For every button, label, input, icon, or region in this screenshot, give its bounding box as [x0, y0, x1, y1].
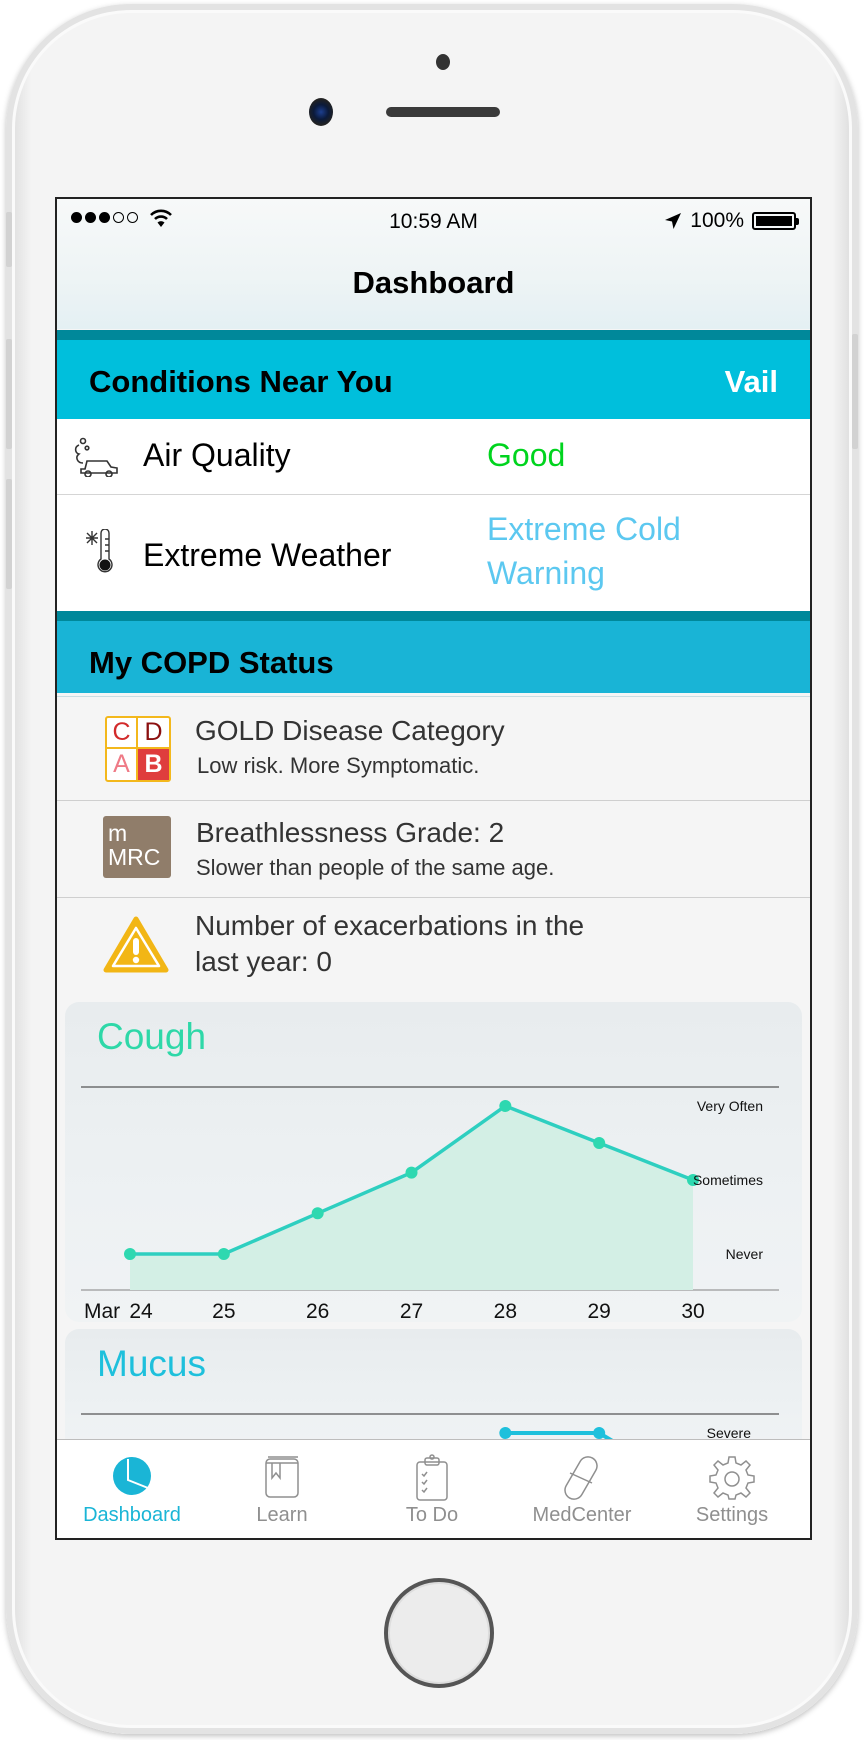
app-screen: 10:59 AM 100% Dashboard Conditions Near …	[55, 197, 812, 1540]
y-tick-label: Never	[726, 1246, 764, 1262]
tab-dashboard-label: Dashboard	[83, 1504, 181, 1526]
gold-cell-b-selected: B	[138, 749, 169, 780]
exacerbations-row[interactable]: Number of exacerbations in the last year…	[57, 898, 810, 994]
tab-settings[interactable]: Settings	[657, 1440, 807, 1538]
tab-dashboard[interactable]: Dashboard	[57, 1440, 207, 1538]
cough-data-point	[124, 1248, 136, 1260]
clipboard-checklist-icon	[416, 1454, 448, 1501]
weather-value-line1: Extreme Cold	[487, 511, 681, 547]
conditions-header: Conditions Near You Vail	[57, 330, 810, 419]
volume-up-button	[6, 339, 12, 449]
cough-data-point	[593, 1137, 606, 1149]
cough-data-point	[405, 1166, 418, 1179]
air-quality-value: Good	[487, 437, 566, 473]
battery-percent: 100%	[690, 209, 744, 232]
tab-todo-label: To Do	[405, 1504, 459, 1526]
mmrc-icon: m MRC	[103, 816, 171, 878]
gold-subtitle: Low risk. More Symptomatic.	[197, 753, 480, 778]
status-bar: 10:59 AM 100%	[57, 199, 810, 243]
exacerbations-line2: last year: 0	[195, 946, 332, 977]
warning-triangle-icon	[103, 916, 169, 973]
air-quality-row[interactable]: Air Quality Good	[57, 419, 810, 495]
battery-icon	[752, 212, 799, 230]
front-camera	[309, 98, 333, 126]
gold-title: GOLD Disease Category	[195, 715, 505, 746]
gear-icon	[709, 1456, 755, 1500]
pill-icon	[564, 1456, 598, 1500]
mucus-data-point	[593, 1427, 606, 1439]
cough-data-point	[311, 1207, 324, 1220]
extreme-weather-value: Extreme Cold Warning	[487, 507, 681, 595]
x-month-label: Mar	[84, 1300, 120, 1322]
cough-data-point	[499, 1100, 512, 1112]
navigation-bar: 10:59 AM 100% Dashboard	[57, 199, 810, 329]
weather-value-line2: Warning	[487, 555, 605, 591]
cough-data-point	[217, 1248, 230, 1260]
extreme-weather-label: Extreme Weather	[143, 537, 392, 573]
tab-learn-label: Learn	[256, 1504, 308, 1526]
air-pollution-car-icon	[74, 437, 118, 477]
cold-thermometer-icon	[86, 529, 113, 573]
y-tick-label: Very Often	[697, 1098, 763, 1114]
tab-todo[interactable]: To Do	[357, 1440, 507, 1538]
x-tick-label: 26	[306, 1300, 329, 1322]
x-tick-label: 29	[587, 1300, 610, 1322]
cough-chart: Very Often Sometimes Never Mar 24 25 26 27 28 29 3…	[81, 1086, 779, 1322]
earpiece-speaker	[386, 107, 500, 117]
tab-settings-label: Settings	[695, 1504, 769, 1526]
proximity-sensor	[436, 54, 450, 70]
gold-category-row[interactable]: C D A B GOLD Disease Category Low risk. …	[57, 696, 810, 801]
breathlessness-subtitle: Slower than people of the same age.	[196, 855, 555, 880]
tab-medcenter[interactable]: MedCenter	[507, 1440, 657, 1538]
copd-status-header: My COPD Status	[57, 611, 810, 693]
x-tick-label: 25	[212, 1300, 235, 1322]
y-tick-label: Sometimes	[693, 1172, 763, 1188]
mmrc-badge-line2: MRC	[108, 844, 161, 870]
extreme-weather-row[interactable]: Extreme Weather Extreme Cold Warning	[57, 495, 810, 611]
x-tick-label: 24	[129, 1300, 153, 1322]
power-button	[852, 334, 858, 449]
tab-learn[interactable]: Learn	[207, 1440, 357, 1538]
cough-area-fill	[130, 1106, 693, 1290]
exacerbations-line1: Number of exacerbations in the	[195, 910, 585, 941]
location-arrow-icon	[665, 213, 682, 229]
x-tick-label: 30	[681, 1300, 704, 1322]
air-quality-label: Air Quality	[143, 437, 291, 473]
copd-status-title: My COPD Status	[89, 645, 334, 680]
gold-cell-d: D	[138, 718, 169, 749]
page-title: Dashboard	[352, 265, 515, 300]
volume-down-button	[6, 479, 12, 589]
breathlessness-row[interactable]: m MRC Breathlessness Grade: 2 Slower tha…	[57, 801, 810, 898]
gold-category-grid-icon: C D A B	[105, 716, 171, 782]
mute-switch	[6, 212, 12, 267]
location-label[interactable]: Vail	[725, 364, 778, 400]
conditions-header-title: Conditions Near You	[89, 364, 393, 399]
gold-cell-c: C	[107, 718, 138, 749]
home-button[interactable]	[384, 1578, 494, 1688]
x-tick-label: 28	[494, 1300, 517, 1322]
mmrc-badge-line1: m	[108, 820, 128, 846]
cough-chart-card[interactable]: Cough Very Often Sometimes Never Mar 24 25 26 2…	[65, 1002, 802, 1322]
tab-medcenter-label: MedCenter	[532, 1504, 632, 1526]
pie-chart-icon	[113, 1457, 151, 1495]
tab-bar: Dashboard Learn To Do MedCenter Settings	[57, 1439, 810, 1538]
gold-cell-a: A	[107, 749, 138, 780]
mucus-data-point	[499, 1427, 512, 1439]
x-tick-label: 27	[400, 1300, 423, 1322]
book-icon	[265, 1456, 299, 1498]
breathlessness-title: Breathlessness Grade: 2	[196, 817, 505, 848]
